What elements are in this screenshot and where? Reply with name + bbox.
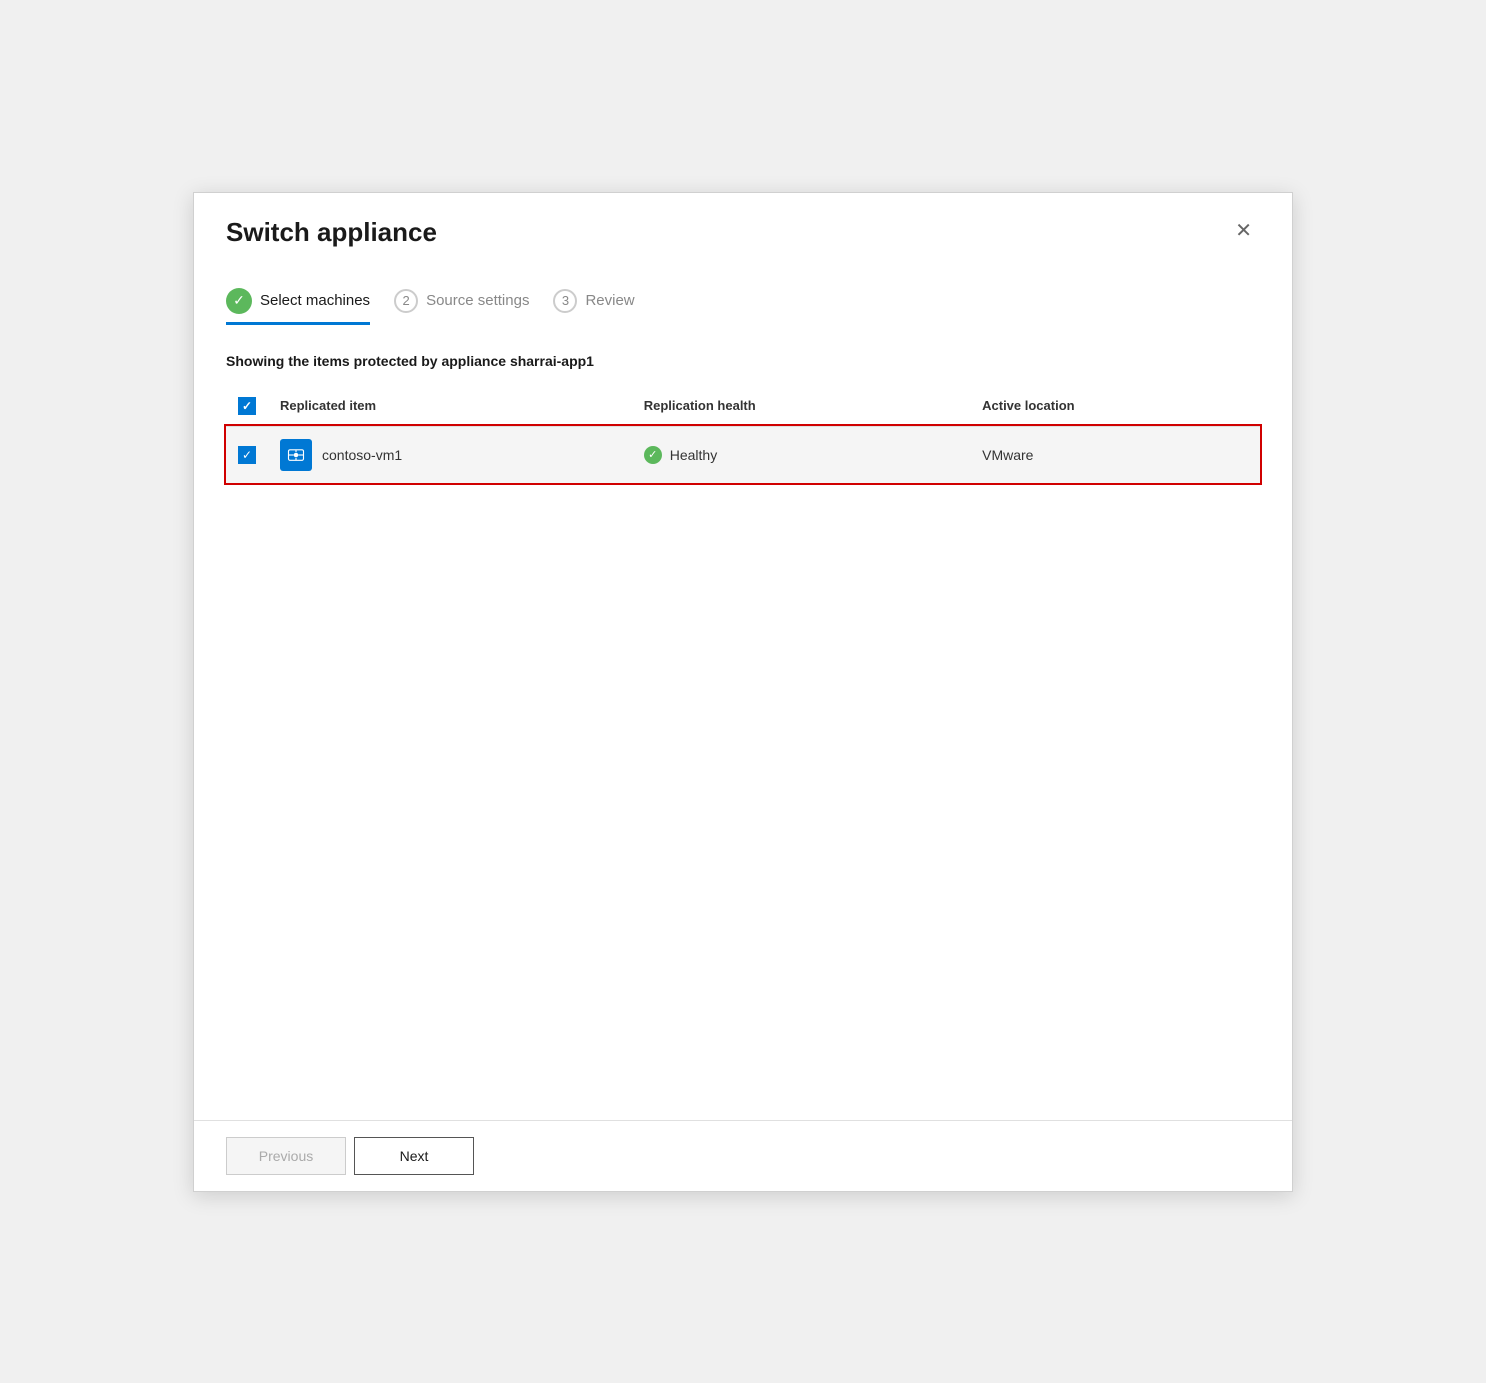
step-2-circle: 2 [394, 289, 418, 313]
header-replicated-item: Replicated item [268, 387, 632, 426]
health-wrapper: ✓ Healthy [644, 446, 958, 464]
close-button[interactable]: ✕ [1227, 217, 1260, 245]
health-status: Healthy [670, 447, 717, 463]
vm-name: contoso-vm1 [322, 447, 402, 463]
step-select-machines[interactable]: ✓ Select machines [226, 288, 370, 325]
step-3-circle: 3 [553, 289, 577, 313]
dialog-title: Switch appliance [226, 217, 437, 248]
row-health-cell: ✓ Healthy [632, 426, 970, 483]
row-checkbox[interactable]: ✓ [238, 446, 256, 464]
health-check-icon: ✓ [644, 446, 662, 464]
header-active-location: Active location [970, 387, 1260, 426]
dialog-footer: Previous Next [194, 1120, 1292, 1191]
steps-navigation: ✓ Select machines 2 Source settings 3 Re… [226, 288, 1260, 325]
row-name-cell: contoso-vm1 [268, 426, 632, 483]
row-checkbox-cell[interactable]: ✓ [226, 426, 268, 483]
step-1-check-icon: ✓ [226, 288, 252, 314]
step-2-label: Source settings [426, 292, 529, 309]
vm-icon [280, 439, 312, 471]
dialog-body: ✓ Select machines 2 Source settings 3 Re… [194, 264, 1292, 1120]
row-location-cell: VMware [970, 426, 1260, 483]
header-replication-health: Replication health [632, 387, 970, 426]
table-header-row: ✓ Replicated item Replication health Act… [226, 387, 1260, 426]
header-checkbox-col: ✓ [226, 387, 268, 426]
dialog-header: Switch appliance ✕ [194, 193, 1292, 264]
next-button[interactable]: Next [354, 1137, 474, 1175]
switch-appliance-dialog: Switch appliance ✕ ✓ Select machines 2 S… [193, 192, 1293, 1192]
previous-button[interactable]: Previous [226, 1137, 346, 1175]
section-subtitle: Showing the items protected by appliance… [226, 353, 1260, 369]
step-review[interactable]: 3 Review [553, 289, 634, 324]
table-row[interactable]: ✓ [226, 426, 1260, 483]
step-1-label: Select machines [260, 292, 370, 309]
step-3-label: Review [585, 292, 634, 309]
vm-name-wrapper: contoso-vm1 [280, 439, 620, 471]
machines-table: ✓ Replicated item Replication health Act… [226, 387, 1260, 483]
step-source-settings[interactable]: 2 Source settings [394, 289, 529, 324]
select-all-checkbox[interactable]: ✓ [238, 397, 256, 415]
